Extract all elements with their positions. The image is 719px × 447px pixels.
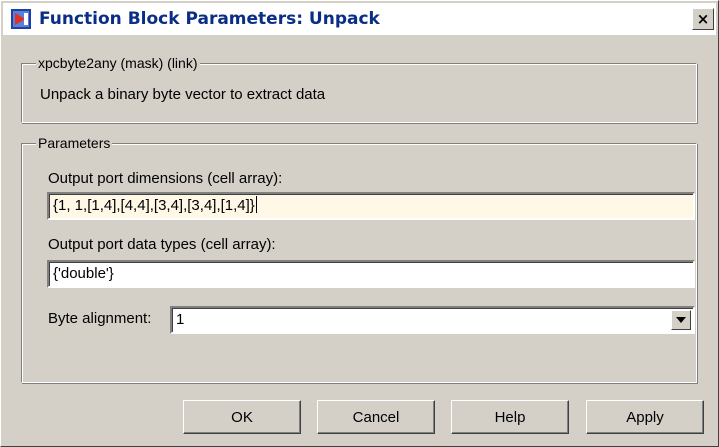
apply-button[interactable]: Apply (586, 400, 704, 434)
output-types-input[interactable]: {'double'} (47, 260, 695, 288)
mask-group-legend: xpcbyte2any (mask) (link) (36, 54, 200, 72)
ok-button-label: OK (231, 408, 253, 426)
output-dims-label: Output port dimensions (cell array): (48, 170, 283, 187)
cancel-button-label: Cancel (352, 408, 400, 426)
dialog-window: Function Block Parameters: Unpack × xpcb… (0, 0, 719, 447)
byte-alignment-value: 1 (176, 311, 185, 328)
cancel-button[interactable]: Cancel (317, 400, 435, 434)
block-description: Unpack a binary byte vector to extract d… (40, 86, 326, 103)
title-bar[interactable]: Function Block Parameters: Unpack × (3, 3, 716, 35)
close-icon: × (696, 10, 710, 28)
output-dims-value: {1, 1,[1,4],[4,4],[3,4],[3,4],[1,4]} (53, 197, 255, 214)
triangle-down-icon (676, 317, 686, 323)
text-caret (255, 196, 257, 213)
mask-description-group: xpcbyte2any (mask) (link) Unpack a binar… (21, 54, 697, 123)
dropdown-arrow-button[interactable] (671, 310, 691, 330)
window-title: Function Block Parameters: Unpack (39, 9, 380, 29)
byte-alignment-select[interactable]: 1 (170, 306, 695, 334)
output-dims-input[interactable]: {1, 1,[1,4],[4,4],[3,4],[3,4],[1,4]} (47, 192, 695, 220)
close-button[interactable]: × (692, 8, 714, 30)
help-button-label: Help (494, 408, 526, 426)
output-types-value: {'double'} (53, 265, 114, 282)
parameters-group: Parameters Output port dimensions (cell … (21, 134, 697, 383)
simulink-block-icon (11, 9, 31, 29)
apply-button-label: Apply (626, 408, 664, 426)
ok-button[interactable]: OK (183, 400, 301, 434)
byte-alignment-label: Byte alignment: (48, 310, 152, 327)
parameters-group-legend: Parameters (36, 134, 113, 152)
output-types-label: Output port data types (cell array): (48, 236, 276, 253)
help-button[interactable]: Help (451, 400, 569, 434)
